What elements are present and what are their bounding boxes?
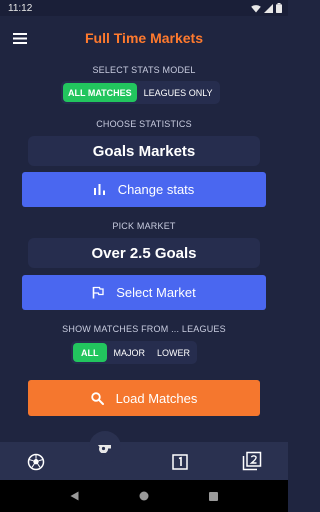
stats-model-toggle: ALL MATCHES LEAGUES ONLY bbox=[61, 81, 220, 104]
all-leagues-option[interactable]: ALL bbox=[73, 343, 107, 362]
system-nav-bar bbox=[0, 480, 288, 512]
major-leagues-option[interactable]: MAJOR bbox=[109, 343, 151, 362]
flag-icon bbox=[92, 286, 104, 299]
bottom-nav bbox=[0, 442, 288, 480]
bar-chart-icon bbox=[93, 184, 105, 195]
pick-market-label: PICK MARKET bbox=[112, 221, 176, 231]
hamburger-menu-icon bbox=[13, 32, 27, 44]
filter-2-icon bbox=[242, 451, 262, 471]
load-matches-label: Load Matches bbox=[115, 390, 198, 406]
nav-football[interactable] bbox=[24, 450, 48, 474]
choose-statistics-label: CHOOSE STATISTICS bbox=[96, 119, 192, 129]
page-title: Full Time Markets bbox=[84, 30, 203, 46]
home-icon[interactable] bbox=[139, 491, 149, 501]
lower-leagues-option[interactable]: LOWER bbox=[152, 343, 195, 362]
nav-filter-2[interactable] bbox=[240, 449, 264, 473]
status-bar: 11:12 bbox=[0, 0, 288, 16]
wifi-icon bbox=[251, 4, 261, 12]
menu-button[interactable] bbox=[8, 26, 32, 50]
whistle-icon bbox=[98, 445, 111, 453]
leagues-only-option[interactable]: LEAGUES ONLY bbox=[139, 83, 218, 102]
selected-market-display: Over 2.5 Goals bbox=[28, 238, 260, 268]
recents-icon[interactable] bbox=[209, 491, 218, 501]
football-icon bbox=[27, 453, 45, 471]
app-bar: Full Time Markets bbox=[0, 16, 288, 60]
stats-model-label: SELECT STATS MODEL bbox=[92, 65, 196, 75]
nav-filter-1[interactable] bbox=[168, 450, 192, 474]
battery-icon bbox=[276, 3, 282, 13]
selected-statistics-display: Goals Markets bbox=[28, 136, 260, 166]
change-stats-label: Change stats bbox=[117, 182, 195, 197]
status-icons bbox=[251, 3, 282, 13]
select-market-label: Select Market bbox=[116, 285, 196, 300]
all-matches-option[interactable]: ALL MATCHES bbox=[63, 83, 137, 102]
whistle-button[interactable] bbox=[89, 431, 121, 463]
show-matches-leagues-label: SHOW MATCHES FROM ... LEAGUES bbox=[62, 324, 226, 334]
back-icon[interactable] bbox=[70, 491, 79, 501]
load-matches-button[interactable]: Load Matches bbox=[28, 380, 260, 416]
filter-1-icon bbox=[172, 454, 188, 470]
status-time: 11:12 bbox=[8, 2, 33, 14]
leagues-toggle: ALL MAJOR LOWER bbox=[71, 341, 198, 364]
select-market-button[interactable]: Select Market bbox=[22, 275, 266, 310]
search-icon bbox=[90, 391, 104, 405]
signal-icon bbox=[264, 3, 273, 13]
change-stats-button[interactable]: Change stats bbox=[22, 172, 266, 207]
